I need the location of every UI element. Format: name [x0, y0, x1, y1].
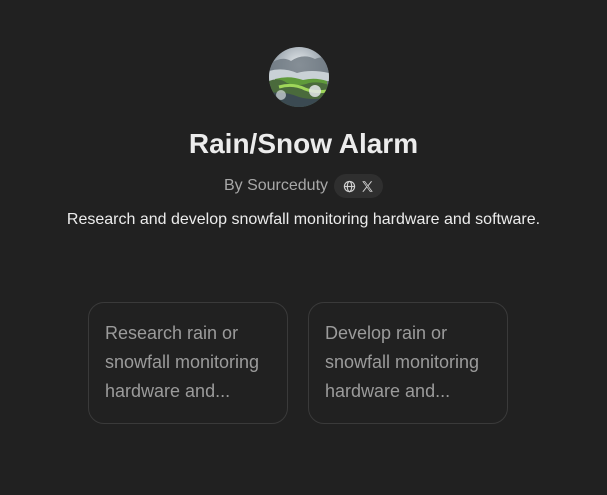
conversation-starter-button[interactable]: Develop rain or snowfall monitoring hard…: [308, 302, 508, 424]
gpt-description: Research and develop snowfall monitoring…: [66, 211, 541, 228]
gpt-landing: Rain/Snow Alarm By Sourceduty Research a…: [0, 0, 607, 495]
conversation-starter-button[interactable]: Research rain or snowfall monitoring har…: [88, 302, 288, 424]
social-links: [334, 174, 384, 198]
landscape-avatar-icon: [269, 47, 329, 107]
globe-icon[interactable]: [343, 180, 356, 193]
conversation-starters: Research rain or snowfall monitoring har…: [88, 302, 508, 424]
x-logo-icon[interactable]: [361, 180, 374, 193]
gpt-avatar: [269, 47, 329, 107]
gpt-title: Rain/Snow Alarm: [188, 128, 419, 159]
author-name: By Sourceduty: [223, 177, 329, 194]
byline: By Sourceduty: [0, 172, 607, 200]
